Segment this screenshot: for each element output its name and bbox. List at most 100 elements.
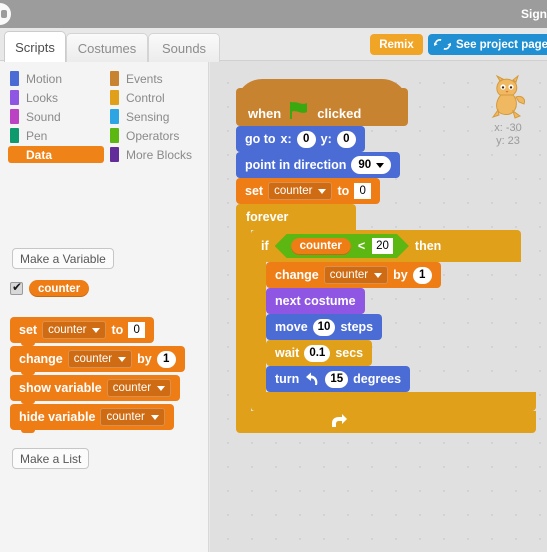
point-direction-value: 90 [358,159,372,171]
condition-right-input[interactable]: 20 [372,238,393,254]
chevron-down-icon [376,162,385,168]
category-data-label: Data [26,147,53,162]
tab-scripts[interactable]: Scripts [4,31,66,62]
category-control-label: Control [126,90,165,105]
tab-sounds[interactable]: Sounds [148,33,220,62]
loop-arrow-icon [332,414,347,427]
category-control[interactable]: Control [108,89,204,106]
palette-change-label: change [19,352,63,366]
palette-block-change-variable[interactable]: change counter by 1 [10,346,185,375]
block-move-steps[interactable]: move 10 steps [266,314,441,343]
operator-less-than[interactable]: counter < 20 [275,234,409,258]
palette-change-value-input[interactable]: 1 [156,350,176,368]
set-counter-variable-dropdown[interactable]: counter [268,182,333,200]
go-to-label: go to [245,132,276,146]
sensing-swatch-icon [110,109,119,124]
when-label: when [248,106,282,121]
scratch-logo-icon[interactable] [0,3,11,25]
operators-swatch-icon [110,128,119,143]
palette-block-show-variable[interactable]: show variable counter [10,375,181,404]
palette-set-variable-dropdown[interactable]: counter [42,321,107,339]
chevron-down-icon [118,356,127,362]
menu-bar: Sign in [0,0,547,28]
script-stack[interactable]: when clicked go to x: 0 y: 0 point in di… [236,79,536,433]
variable-counter-reporter[interactable]: counter [29,280,90,297]
if-left-edge [251,262,266,392]
forever-contents: if counter < 20 then change counter by 1… [251,230,536,411]
control-swatch-icon [110,90,119,105]
forever-body: if counter < 20 then change counter by 1… [236,230,536,411]
category-data[interactable]: Data [8,146,104,163]
category-pen[interactable]: Pen [8,127,108,144]
palette-show-variable-dropdown[interactable]: counter [106,379,172,397]
palette-set-value-input[interactable]: 0 [128,322,146,338]
category-looks[interactable]: Looks [8,89,108,106]
block-set-counter[interactable]: set counter to 0 [236,178,536,207]
category-looks-label: Looks [26,90,59,105]
go-to-y-label: y: [320,132,332,146]
category-more-blocks-label: More Blocks [126,147,193,162]
looks-swatch-icon [10,90,19,105]
category-pen-label: Pen [26,128,48,143]
palette-set-label: set [19,323,38,337]
move-value-input[interactable]: 10 [312,318,336,336]
wait-value-input[interactable]: 0.1 [304,344,331,362]
palette-change-variable-dropdown[interactable]: counter [67,350,133,368]
set-counter-value-input[interactable]: 0 [354,183,372,199]
block-wait-secs[interactable]: wait 0.1 secs [266,340,441,369]
change-counter-value-input[interactable]: 1 [412,266,432,284]
chevron-down-icon [157,385,166,391]
turn-degrees-label: degrees [353,372,402,386]
turn-value-input[interactable]: 15 [325,370,349,388]
variable-counter-row: counter [10,280,90,297]
palette-show-label: show variable [19,381,102,395]
palette-hide-variable-dropdown[interactable]: counter [100,408,165,426]
palette-block-set-variable[interactable]: set counter to 0 [10,317,155,346]
if-body: change counter by 1 next costume move 10… [251,262,536,395]
tab-costumes[interactable]: Costumes [66,33,148,62]
category-motion[interactable]: Motion [8,70,108,87]
go-to-x-input[interactable]: 0 [296,130,316,148]
block-change-counter[interactable]: change counter by 1 [266,262,441,291]
category-events[interactable]: Events [108,70,204,87]
data-swatch-icon [10,147,19,162]
forever-bottom-edge [236,411,536,433]
palette-set-to-label: to [111,323,124,337]
block-turn-degrees[interactable]: turn 15 degrees [266,366,441,395]
make-a-variable-button[interactable]: Make a Variable [12,248,114,269]
block-point-in-direction[interactable]: point in direction 90 [236,152,536,181]
clicked-label: clicked [317,106,362,121]
pen-swatch-icon [10,128,19,143]
remix-button[interactable]: Remix [370,34,423,55]
block-if-then[interactable]: if counter < 20 then change counter by 1… [251,230,536,411]
palette-hide-label: hide variable [19,410,96,424]
see-project-page-button[interactable]: See project page [428,34,547,55]
block-when-flag-clicked[interactable]: when clicked [236,79,408,126]
chevron-down-icon [92,327,101,333]
change-counter-variable-dropdown[interactable]: counter [323,266,389,284]
category-sensing[interactable]: Sensing [108,108,204,125]
script-canvas[interactable]: x: -30 y: 23 when clicked go to x: 0 y: [210,61,547,552]
block-forever[interactable]: forever if counter < 20 then change coun… [236,204,536,433]
wait-label: wait [275,346,300,360]
category-motion-label: Motion [26,71,63,86]
motion-swatch-icon [10,71,19,86]
palette-block-hide-variable[interactable]: hide variable counter [10,404,174,433]
go-to-y-input[interactable]: 0 [336,130,356,148]
block-next-costume[interactable]: next costume [266,288,441,317]
category-operators[interactable]: Operators [108,127,204,144]
refresh-icon [434,39,451,50]
point-direction-dropdown[interactable]: 90 [351,156,392,174]
block-go-to-xy[interactable]: go to x: 0 y: 0 [236,126,536,155]
forever-label: forever [246,210,289,224]
variable-counter-checkbox[interactable] [10,280,23,295]
chevron-down-icon [318,188,327,194]
condition-left-reporter[interactable]: counter [291,238,351,255]
sign-in-link[interactable]: Sign in [521,7,547,21]
palette-set-variable-value: counter [48,324,87,336]
category-sound[interactable]: Sound [8,108,108,125]
tab-strip: Scripts Costumes Sounds Remix See projec… [0,28,547,62]
category-more-blocks[interactable]: More Blocks [108,146,204,163]
set-counter-variable-value: counter [274,185,313,197]
make-a-list-button[interactable]: Make a List [12,448,90,469]
